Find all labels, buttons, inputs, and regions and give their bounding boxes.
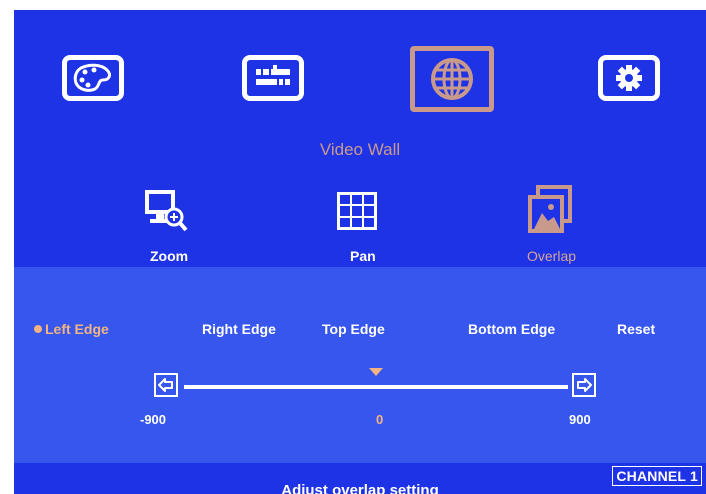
grid-pan-icon: [337, 192, 377, 230]
sliders-icon: [256, 65, 290, 85]
slider-track[interactable]: [184, 385, 568, 389]
slider-max-label: 900: [569, 412, 591, 427]
decrease-button[interactable]: [154, 373, 178, 397]
option-label: Left Edge: [45, 321, 109, 337]
gear-icon: [616, 65, 642, 91]
menu-item-color[interactable]: [62, 55, 124, 101]
slider-value: 0: [376, 412, 384, 427]
submenu-item-pan[interactable]: [335, 190, 381, 239]
submenu-label-pan: Pan: [350, 248, 376, 264]
slider-min-label: -900: [140, 412, 167, 427]
overlap-pictures-icon: [528, 185, 572, 233]
monitor-zoom-icon: [145, 190, 188, 232]
help-text: Adjust overlap setting: [281, 482, 439, 494]
palette-icon: [73, 63, 112, 92]
option-top-edge[interactable]: Top Edge: [322, 321, 385, 337]
selected-dot-icon: [34, 325, 42, 333]
osd-menu: Video Wall Zoom Pan Overlap Left Edge Ri…: [14, 10, 706, 494]
slider-thumb[interactable]: [369, 368, 383, 376]
globe-icon: [431, 58, 473, 100]
option-right-edge[interactable]: Right Edge: [202, 321, 276, 337]
arrow-left-icon: [158, 378, 173, 392]
menu-item-settings[interactable]: [598, 55, 660, 101]
menu-item-video-wall[interactable]: [410, 46, 494, 112]
submenu-item-zoom[interactable]: [141, 187, 191, 240]
submenu-label-zoom: Zoom: [150, 248, 189, 264]
increase-button[interactable]: [572, 373, 596, 397]
submenu-label-overlap: Overlap: [527, 248, 577, 264]
option-left-edge[interactable]: Left Edge: [34, 321, 109, 337]
menu-item-adjust[interactable]: [242, 55, 304, 101]
options-panel: [14, 267, 706, 463]
option-reset[interactable]: Reset: [617, 321, 655, 337]
arrow-right-icon: [577, 378, 592, 392]
menu-title: Video Wall: [319, 140, 401, 159]
submenu-item-overlap[interactable]: [526, 185, 576, 242]
option-bottom-edge[interactable]: Bottom Edge: [468, 321, 555, 337]
